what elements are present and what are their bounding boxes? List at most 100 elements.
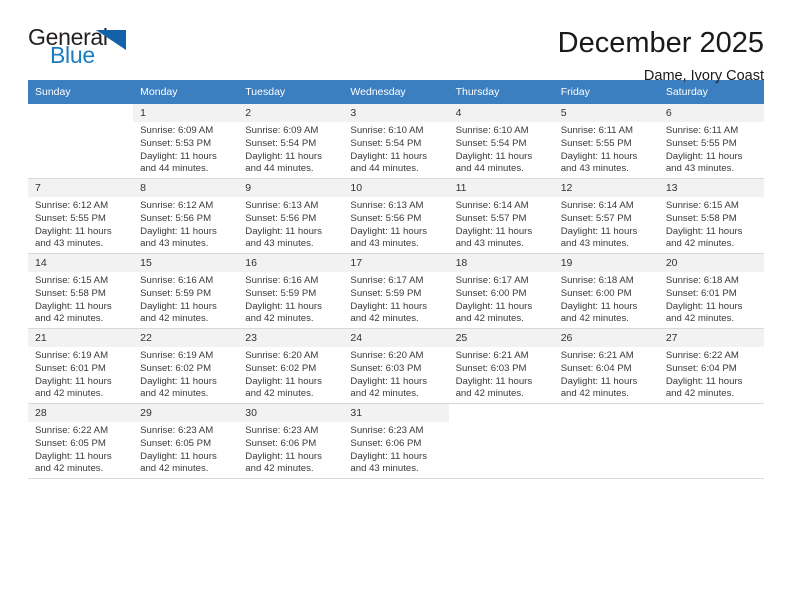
daylight-duration-line1: Daylight: 11 hours: [245, 450, 322, 462]
sunrise-time: Sunrise: 6:20 AM: [350, 350, 424, 361]
calendar-day-cell[interactable]: 2 Sunrise: 6:09 AM Sunset: 5:54 PM Daylight…: [238, 104, 344, 178]
divider-line: [28, 478, 764, 479]
sunrise-time: Sunrise: 6:17 AM: [455, 275, 529, 286]
sunset-time: Sunset: 5:59 PM: [245, 287, 317, 299]
calendar-day-cell[interactable]: 22 Sunrise: 6:19 AM Sunset: 6:02 PM Dayligh…: [133, 329, 239, 403]
calendar-day-cell[interactable]: 10 Sunrise: 6:13 AM Sunset: 5:56 PM Dayligh…: [343, 179, 449, 253]
sunset-time: Sunset: 6:01 PM: [665, 287, 737, 299]
calendar-day-cell[interactable]: 4 Sunrise: 6:10 AM Sunset: 5:54 PM Daylight…: [448, 104, 554, 178]
calendar-day-cell[interactable]: 17 Sunrise: 6:17 AM Sunset: 5:59 PM Dayligh…: [343, 254, 449, 328]
weekday-header-thursday: Thursday: [448, 80, 554, 104]
calendar-day-cell[interactable]: 25 Sunrise: 6:21 AM Sunset: 6:03 PM Dayligh…: [448, 329, 554, 403]
calendar-day-cell[interactable]: 9 Sunrise: 6:13 AM Sunset: 5:56 PM Daylight…: [238, 179, 344, 253]
daylight-duration-line1: Daylight: 11 hours: [560, 225, 638, 237]
weekday-header-wednesday: Wednesday: [343, 80, 449, 104]
calendar-day-cell[interactable]: 28 Sunrise: 6:22 AM Sunset: 6:05 PM Dayligh…: [28, 404, 134, 478]
calendar-cell-empty: [28, 104, 134, 178]
calendar-day-cell[interactable]: 7 Sunrise: 6:12 AM Sunset: 5:55 PM Daylight…: [28, 179, 134, 253]
sunset-time: Sunset: 6:01 PM: [35, 362, 106, 374]
sunset-time: Sunset: 5:57 PM: [455, 212, 527, 224]
day-number: 5: [553, 104, 659, 122]
sunset-time: Sunset: 6:03 PM: [350, 362, 422, 374]
sunset-time: Sunset: 5:54 PM: [455, 137, 527, 149]
daylight-duration-line1: Daylight: 11 hours: [350, 450, 428, 462]
day-details: Sunrise: 6:19 AM Sunset: 6:01 PM Daylight:…: [28, 347, 133, 401]
calendar-day-cell[interactable]: 20 Sunrise: 6:18 AM Sunset: 6:01 PM Dayligh…: [658, 254, 764, 328]
day-cell-inner: 6 Sunrise: 6:11 AM Sunset: 5:55 PM Daylight…: [658, 104, 764, 178]
calendar-day-cell[interactable]: 13 Sunrise: 6:15 AM Sunset: 5:58 PM Dayligh…: [658, 179, 764, 253]
sunrise-time: Sunrise: 6:15 AM: [35, 275, 109, 286]
day-cell-inner: [658, 404, 764, 478]
sunrise-time: Sunrise: 6:23 AM: [245, 425, 319, 436]
day-details: Sunrise: 6:15 AM Sunset: 5:58 PM Daylight:…: [28, 272, 133, 326]
day-number: [658, 404, 764, 422]
sunrise-time: Sunrise: 6:13 AM: [350, 200, 424, 211]
daylight-duration-line1: Daylight: 11 hours: [455, 150, 533, 162]
calendar-day-cell[interactable]: 23 Sunrise: 6:20 AM Sunset: 6:02 PM Dayligh…: [238, 329, 344, 403]
daylight-duration-line2: and 42 minutes.: [560, 313, 629, 325]
calendar-row-divider: [28, 478, 764, 479]
calendar-day-cell[interactable]: 29 Sunrise: 6:23 AM Sunset: 6:05 PM Dayligh…: [133, 404, 239, 478]
day-details: Sunrise: 6:12 AM Sunset: 5:55 PM Daylight:…: [28, 197, 133, 251]
calendar-day-cell[interactable]: 1 Sunrise: 6:09 AM Sunset: 5:53 PM Daylight…: [133, 104, 239, 178]
calendar-day-cell[interactable]: 11 Sunrise: 6:14 AM Sunset: 5:57 PM Dayligh…: [448, 179, 554, 253]
daylight-duration-line2: and 42 minutes.: [455, 388, 524, 400]
sunrise-time: Sunrise: 6:10 AM: [350, 125, 424, 136]
day-details: Sunrise: 6:13 AM Sunset: 5:56 PM Daylight:…: [238, 197, 343, 251]
calendar-day-cell[interactable]: 14 Sunrise: 6:15 AM Sunset: 5:58 PM Dayligh…: [28, 254, 134, 328]
daylight-duration-line1: Daylight: 11 hours: [140, 150, 217, 162]
calendar-day-cell[interactable]: 16 Sunrise: 6:16 AM Sunset: 5:59 PM Dayligh…: [238, 254, 344, 328]
calendar-day-cell[interactable]: 6 Sunrise: 6:11 AM Sunset: 5:55 PM Daylight…: [658, 104, 764, 178]
calendar-day-cell[interactable]: 26 Sunrise: 6:21 AM Sunset: 6:04 PM Dayligh…: [553, 329, 659, 403]
day-details: Sunrise: 6:09 AM Sunset: 5:54 PM Daylight:…: [238, 122, 343, 176]
weekday-header-sunday: Sunday: [28, 80, 134, 104]
day-details: Sunrise: 6:20 AM Sunset: 6:02 PM Daylight:…: [238, 347, 343, 401]
day-number: 4: [448, 104, 554, 122]
day-number: 27: [658, 329, 764, 347]
calendar-day-cell[interactable]: 8 Sunrise: 6:12 AM Sunset: 5:56 PM Daylight…: [133, 179, 239, 253]
day-number: 25: [448, 329, 554, 347]
day-number: 22: [133, 329, 239, 347]
sunset-time: Sunset: 5:53 PM: [140, 137, 212, 149]
day-number: 29: [133, 404, 239, 422]
day-number: [28, 104, 134, 122]
sunset-time: Sunset: 6:02 PM: [245, 362, 317, 374]
day-details: Sunrise: 6:17 AM Sunset: 6:00 PM Daylight:…: [449, 272, 554, 326]
sunrise-sunset-calendar: Sunday Monday Tuesday Wednesday Thursday…: [28, 80, 764, 479]
day-cell-inner: 9 Sunrise: 6:13 AM Sunset: 5:56 PM Daylight…: [238, 179, 344, 253]
daylight-duration-line2: and 43 minutes.: [560, 163, 629, 175]
calendar-day-cell[interactable]: 12 Sunrise: 6:14 AM Sunset: 5:57 PM Dayligh…: [553, 179, 659, 253]
calendar-day-cell[interactable]: 31 Sunrise: 6:23 AM Sunset: 6:06 PM Dayligh…: [343, 404, 449, 478]
sunrise-time: Sunrise: 6:21 AM: [455, 350, 529, 361]
day-number: 1: [133, 104, 239, 122]
calendar-week-row: 28 Sunrise: 6:22 AM Sunset: 6:05 PM Dayligh…: [28, 404, 764, 478]
calendar-day-cell[interactable]: 15 Sunrise: 6:16 AM Sunset: 5:59 PM Dayligh…: [133, 254, 239, 328]
sunrise-time: Sunrise: 6:13 AM: [245, 200, 319, 211]
title-block: December 2025 Dame, Ivory Coast: [558, 26, 764, 86]
calendar-day-cell[interactable]: 5 Sunrise: 6:11 AM Sunset: 5:55 PM Daylight…: [553, 104, 659, 178]
day-number: 15: [133, 254, 239, 272]
sunset-time: Sunset: 6:02 PM: [140, 362, 212, 374]
sunrise-time: Sunrise: 6:16 AM: [245, 275, 319, 286]
sunset-time: Sunset: 5:57 PM: [560, 212, 632, 224]
sunrise-time: Sunrise: 6:10 AM: [455, 125, 529, 136]
calendar-day-cell[interactable]: 21 Sunrise: 6:19 AM Sunset: 6:01 PM Dayligh…: [28, 329, 134, 403]
sunset-time: Sunset: 6:00 PM: [560, 287, 632, 299]
day-number: 26: [553, 329, 659, 347]
calendar-day-cell[interactable]: 3 Sunrise: 6:10 AM Sunset: 5:54 PM Daylight…: [343, 104, 449, 178]
sunrise-time: Sunrise: 6:17 AM: [350, 275, 424, 286]
daylight-duration-line1: Daylight: 11 hours: [245, 300, 322, 312]
daylight-duration-line1: Daylight: 11 hours: [35, 225, 112, 237]
day-details: Sunrise: 6:23 AM Sunset: 6:06 PM Daylight:…: [343, 422, 448, 476]
calendar-day-cell[interactable]: 30 Sunrise: 6:23 AM Sunset: 6:06 PM Dayligh…: [238, 404, 344, 478]
sunset-time: Sunset: 5:54 PM: [350, 137, 422, 149]
general-blue-logo[interactable]: General Blue: [28, 26, 133, 74]
daylight-duration-line1: Daylight: 11 hours: [560, 300, 638, 312]
calendar-day-cell[interactable]: 27 Sunrise: 6:22 AM Sunset: 6:04 PM Dayligh…: [658, 329, 764, 403]
day-details: Sunrise: 6:22 AM Sunset: 6:04 PM Daylight:…: [659, 347, 764, 401]
daylight-duration-line2: and 42 minutes.: [665, 238, 735, 250]
calendar-day-cell[interactable]: 24 Sunrise: 6:20 AM Sunset: 6:03 PM Dayligh…: [343, 329, 449, 403]
calendar-day-cell[interactable]: 18 Sunrise: 6:17 AM Sunset: 6:00 PM Dayligh…: [448, 254, 554, 328]
calendar-day-cell[interactable]: 19 Sunrise: 6:18 AM Sunset: 6:00 PM Dayligh…: [553, 254, 659, 328]
sunset-time: Sunset: 5:55 PM: [560, 137, 632, 149]
